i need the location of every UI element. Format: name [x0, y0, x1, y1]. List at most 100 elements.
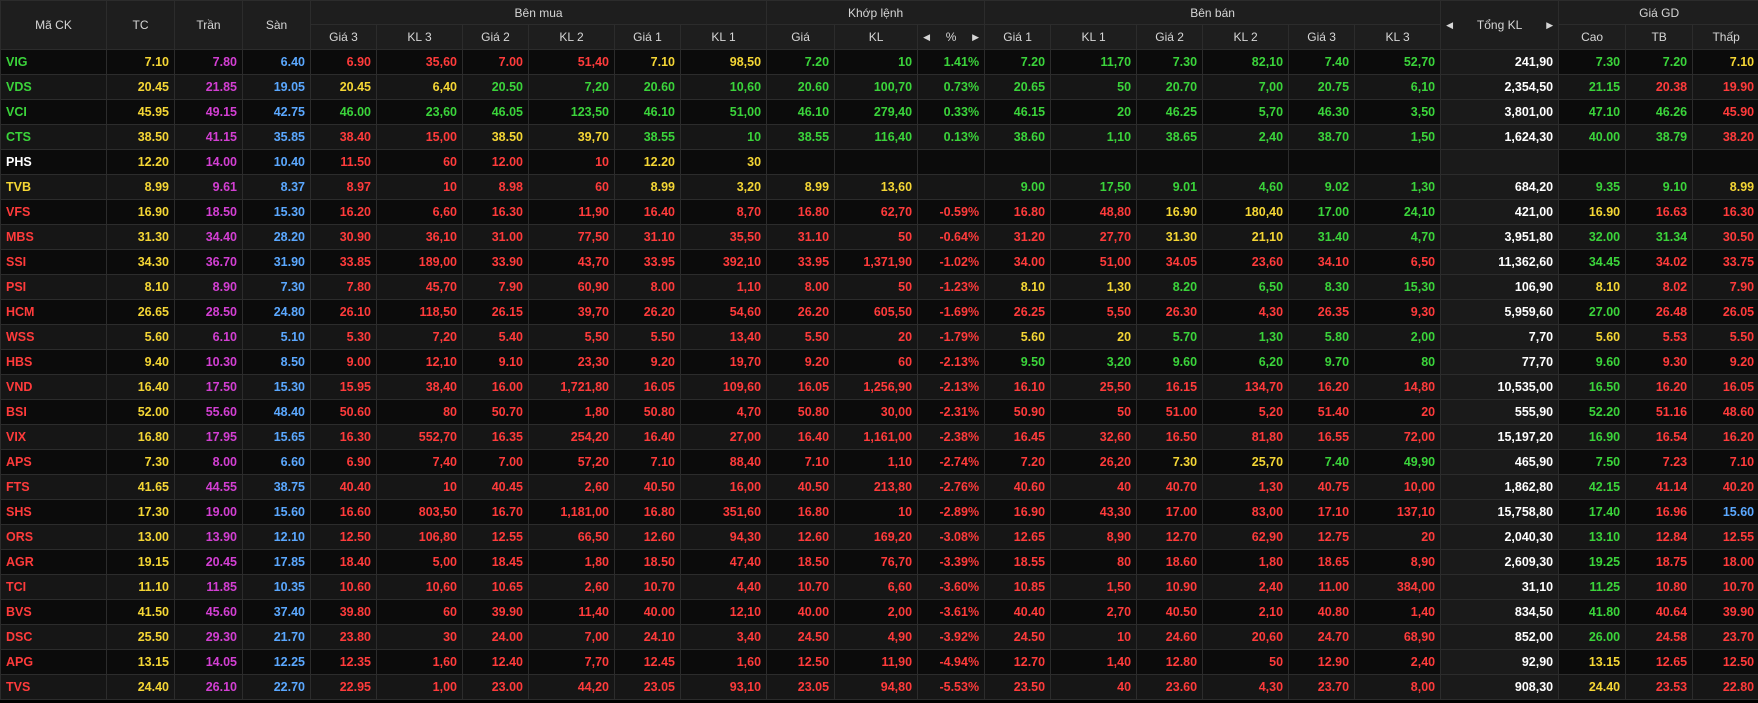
arrow-left-icon[interactable]: ◀	[1446, 20, 1453, 31]
cell-symbol[interactable]: APG	[0, 649, 107, 675]
cell-symbol[interactable]: VDS	[0, 74, 107, 100]
cell-symbol[interactable]: TVB	[0, 174, 107, 200]
cell-ceiling: 14.05	[174, 649, 243, 675]
cell-match-0: 38.55	[766, 124, 836, 150]
cell-symbol[interactable]: HCM	[0, 299, 107, 325]
cell-symbol[interactable]: SHS	[0, 499, 107, 525]
cell-symbol[interactable]: TCI	[0, 574, 107, 600]
cell-symbol[interactable]: BVS	[0, 599, 107, 625]
col-sell-price-2[interactable]: Giá 2	[1136, 24, 1204, 50]
arrow-right-icon[interactable]: ▶	[972, 32, 979, 43]
cell-low: 19.90	[1692, 74, 1758, 100]
col-match-vol[interactable]: KL	[834, 24, 919, 50]
cell-high: 16.90	[1558, 424, 1627, 450]
col-low[interactable]: Thấp	[1692, 24, 1758, 50]
table-row[interactable]: APG 13.15 14.05 12.25 12.35 1,60 12.40 7,70 12.4…	[0, 649, 1758, 675]
table-row[interactable]: VFS 16.90 18.50 15.30 16.20 6,60 16.30 11,90 16.…	[0, 199, 1758, 225]
col-sell-vol-2[interactable]: KL 2	[1202, 24, 1290, 50]
arrow-left-icon[interactable]: ◀	[923, 32, 930, 43]
cell-avg: 12.84	[1625, 524, 1694, 550]
table-row[interactable]: TVB 8.99 9.61 8.37 8.97 10 8.98 60 8.99 3,20 8.99 1…	[0, 174, 1758, 200]
cell-buy-1: 36,10	[376, 224, 463, 250]
cell-symbol[interactable]: VIG	[0, 49, 107, 75]
col-total-volume[interactable]: ◀ Tổng KL ▶	[1440, 0, 1560, 50]
cell-symbol[interactable]: AGR	[0, 549, 107, 575]
cell-symbol[interactable]: TVS	[0, 674, 107, 700]
cell-total-volume: 241,90	[1440, 49, 1560, 75]
table-row[interactable]: VIX 16.80 17.95 15.65 16.30 552,70 16.35 254,20…	[0, 424, 1758, 450]
col-buy-price-3[interactable]: Giá 3	[310, 24, 377, 50]
cell-buy-2: 7.00	[462, 49, 529, 75]
cell-buy-4: 16.80	[614, 499, 681, 525]
cell-symbol[interactable]: ORS	[0, 524, 107, 550]
cell-symbol[interactable]: APS	[0, 449, 107, 475]
col-ceiling[interactable]: Trần	[174, 0, 243, 50]
cell-symbol[interactable]: CTS	[0, 124, 107, 150]
table-row[interactable]: PHS 12.20 14.00 10.40 11.50 60 12.00 10 12.20 30	[0, 149, 1758, 175]
col-sell-price-1[interactable]: Giá 1	[984, 24, 1052, 50]
cell-buy-4: 12.45	[614, 649, 681, 675]
table-row[interactable]: SSI 34.30 36.70 31.90 33.85 189,00 33.90 43,70 3…	[0, 249, 1758, 275]
table-row[interactable]: HBS 9.40 10.30 8.50 9.00 12,10 9.10 23,30 9.20 19…	[0, 349, 1758, 375]
col-match-price[interactable]: Giá	[766, 24, 836, 50]
col-symbol[interactable]: Mã CK	[0, 0, 107, 50]
table-row[interactable]: BVS 41.50 45.60 37.40 39.80 60 39.90 11,40 40.00…	[0, 599, 1758, 625]
cell-symbol[interactable]: PHS	[0, 149, 107, 175]
table-row[interactable]: APS 7.30 8.00 6.60 6.90 7,40 7.00 57,20 7.10 88,4…	[0, 449, 1758, 475]
table-row[interactable]: VIG 7.10 7.80 6.40 6.90 35,60 7.00 51,40 7.10 98,…	[0, 49, 1758, 75]
cell-buy-4: 16.40	[614, 199, 681, 225]
table-row[interactable]: MBS 31.30 34.40 28.20 30.90 36,10 31.00 77,50 31…	[0, 224, 1758, 250]
cell-buy-0: 16.30	[310, 424, 377, 450]
cell-symbol[interactable]: HBS	[0, 349, 107, 375]
cell-buy-5: 12,10	[679, 599, 768, 625]
cell-symbol[interactable]: WSS	[0, 324, 107, 350]
cell-symbol[interactable]: FTS	[0, 474, 107, 500]
table-row[interactable]: BSI 52.00 55.60 48.40 50.60 80 50.70 1,80 50.80 4…	[0, 399, 1758, 425]
table-row[interactable]: VCI 45.95 49.15 42.75 46.00 23,60 46.05 123,50 4…	[0, 99, 1758, 125]
col-floor[interactable]: Sàn	[242, 0, 311, 50]
table-row[interactable]: TCI 11.10 11.85 10.35 10.60 10,60 10.65 2,60 10.…	[0, 574, 1758, 600]
table-row[interactable]: FTS 41.65 44.55 38.75 40.40 10 40.45 2,60 40.50 1…	[0, 474, 1758, 500]
table-row[interactable]: DSC 25.50 29.30 21.70 23.80 30 24.00 7,00 24.10 3…	[0, 624, 1758, 650]
col-buy-vol-3[interactable]: KL 3	[376, 24, 463, 50]
cell-symbol[interactable]: VIX	[0, 424, 107, 450]
table-row[interactable]: ORS 13.00 13.90 12.10 12.50 106,80 12.55 66,50 1…	[0, 524, 1758, 550]
cell-buy-1: 5,00	[376, 549, 463, 575]
table-row[interactable]: PSI 8.10 8.90 7.30 7.80 45,70 7.90 60,90 8.00 1,1…	[0, 274, 1758, 300]
col-high[interactable]: Cao	[1558, 24, 1627, 50]
cell-symbol[interactable]: BSI	[0, 399, 107, 425]
cell-symbol[interactable]: MBS	[0, 224, 107, 250]
col-sell-price-3[interactable]: Giá 3	[1288, 24, 1356, 50]
cell-sell-5: 20	[1354, 399, 1442, 425]
table-row[interactable]: AGR 19.15 20.45 17.85 18.40 5,00 18.45 1,80 18.5…	[0, 549, 1758, 575]
cell-buy-2: 16.30	[462, 199, 529, 225]
cell-symbol[interactable]: VFS	[0, 199, 107, 225]
table-row[interactable]: WSS 5.60 6.10 5.10 5.30 7,20 5.40 5,50 5.50 13,40…	[0, 324, 1758, 350]
table-row[interactable]: SHS 17.30 19.00 15.60 16.60 803,50 16.70 1,181,…	[0, 499, 1758, 525]
col-buy-price-2[interactable]: Giá 2	[462, 24, 529, 50]
cell-match-2: 0.73%	[917, 74, 986, 100]
col-match-change[interactable]: ◀ % ▶	[917, 24, 986, 50]
col-buy-vol-1[interactable]: KL 1	[679, 24, 768, 50]
cell-symbol[interactable]: DSC	[0, 624, 107, 650]
cell-avg: 46.26	[1625, 99, 1694, 125]
col-buy-price-1[interactable]: Giá 1	[614, 24, 681, 50]
col-sell-vol-3[interactable]: KL 3	[1354, 24, 1442, 50]
table-row[interactable]: VND 16.40 17.50 15.30 15.95 38,40 16.00 1,721,8…	[0, 374, 1758, 400]
cell-symbol[interactable]: VND	[0, 374, 107, 400]
table-row[interactable]: HCM 26.65 28.50 24.80 26.10 118,50 26.15 39,70 2…	[0, 299, 1758, 325]
cell-symbol[interactable]: PSI	[0, 274, 107, 300]
cell-symbol[interactable]: SSI	[0, 249, 107, 275]
table-row[interactable]: CTS 38.50 41.15 35.85 38.40 15,00 38.50 39,70 38…	[0, 124, 1758, 150]
cell-ref: 12.20	[106, 149, 175, 175]
cell-buy-4: 16.05	[614, 374, 681, 400]
cell-match-2: -1.69%	[917, 299, 986, 325]
table-row[interactable]: TVS 24.40 26.10 22.70 22.95 1,00 23.00 44,20 23.…	[0, 674, 1758, 700]
cell-symbol[interactable]: VCI	[0, 99, 107, 125]
col-sell-vol-1[interactable]: KL 1	[1050, 24, 1138, 50]
table-row[interactable]: VDS 20.45 21.85 19.05 20.45 6,40 20.50 7,20 20.6…	[0, 74, 1758, 100]
col-ref[interactable]: TC	[106, 0, 175, 50]
col-avg[interactable]: TB	[1625, 24, 1694, 50]
col-buy-vol-2[interactable]: KL 2	[528, 24, 615, 50]
arrow-right-icon[interactable]: ▶	[1546, 20, 1553, 31]
